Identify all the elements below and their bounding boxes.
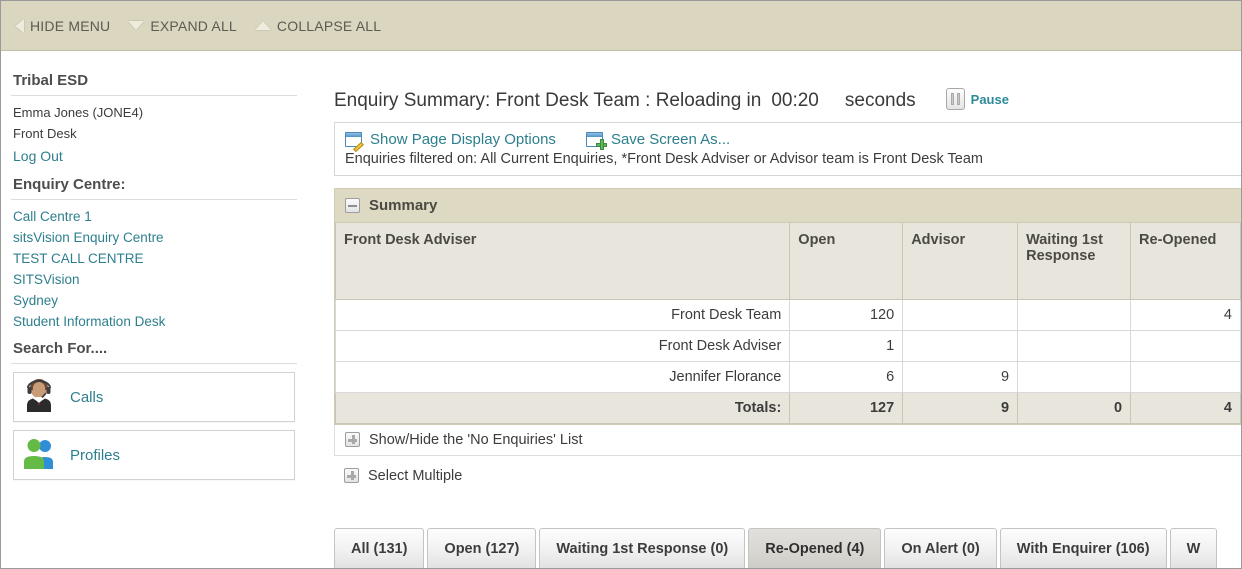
- summary-panel: Summary Front Desk Adviser Open Advisor …: [334, 188, 1241, 425]
- minus-box-icon[interactable]: [345, 198, 360, 213]
- app-title: Tribal ESD: [13, 72, 89, 89]
- window-plus-icon: [585, 132, 607, 150]
- tab-waiting-1st-response[interactable]: Waiting 1st Response (0): [539, 528, 746, 568]
- table-row[interactable]: Front Desk Team 120 4: [334, 298, 1241, 331]
- column-header-re-opened[interactable]: Re-Opened: [1130, 223, 1241, 300]
- tab-truncated[interactable]: W: [1169, 528, 1218, 568]
- collapse-all-label: COLLAPSE ALL: [276, 17, 382, 34]
- cell-open[interactable]: 1: [789, 329, 904, 362]
- triangle-left-icon: [15, 18, 24, 33]
- row-label[interactable]: Jennifer Florance: [334, 360, 791, 393]
- select-multiple-row[interactable]: Select Multiple: [334, 463, 1241, 489]
- main-content: Enquiry Summary: Front Desk Team : Reloa…: [312, 52, 1241, 568]
- sidebar-item-student-information-desk[interactable]: Student Information Desk: [11, 311, 297, 332]
- cell-re-opened[interactable]: 4: [1130, 298, 1241, 331]
- sidebar-item-sydney[interactable]: Sydney: [11, 290, 297, 311]
- pause-button[interactable]: Pause: [945, 88, 1009, 110]
- summary-table: Front Desk Adviser Open Advisor Waiting …: [334, 223, 1241, 424]
- page-title-text: Enquiry Summary: Front Desk Team : Reloa…: [334, 90, 762, 111]
- seconds-label: seconds: [844, 90, 916, 111]
- window-pencil-icon: [345, 132, 364, 153]
- page-title: Enquiry Summary: Front Desk Team : Reloa…: [312, 52, 1241, 122]
- tab-on-alert[interactable]: On Alert (0): [884, 528, 997, 568]
- search-for-heading: Search For....: [13, 340, 108, 357]
- row-label[interactable]: Front Desk Adviser: [334, 329, 791, 362]
- search-calls-button[interactable]: Calls: [13, 372, 295, 422]
- tab-open[interactable]: Open (127): [427, 528, 537, 568]
- reload-countdown: 00:20: [771, 90, 819, 111]
- column-header-front-desk-adviser[interactable]: Front Desk Adviser: [334, 223, 791, 300]
- hide-menu-button[interactable]: HIDE MENU: [15, 18, 110, 34]
- cell-waiting[interactable]: [1017, 298, 1132, 331]
- table-header-row: Front Desk Adviser Open Advisor Waiting …: [334, 223, 1241, 300]
- tab-with-enquirer[interactable]: With Enquirer (106): [999, 528, 1167, 568]
- totals-label: Totals:: [334, 391, 791, 424]
- search-profiles-label: Profiles: [70, 446, 121, 464]
- people-group-icon: [22, 436, 56, 475]
- cell-waiting[interactable]: [1017, 329, 1132, 362]
- column-header-advisor[interactable]: Advisor: [902, 223, 1019, 300]
- enquiry-status-tabs: All (131) Open (127) Waiting 1st Respons…: [334, 528, 1241, 568]
- divider: [11, 363, 297, 364]
- application-window: HIDE MENU EXPAND ALL COLLAPSE ALL Tribal…: [0, 0, 1242, 569]
- pause-icon: [945, 88, 965, 110]
- collapse-all-button[interactable]: COLLAPSE ALL: [254, 17, 382, 34]
- pause-label: Pause: [970, 91, 1009, 107]
- cell-open[interactable]: 6: [789, 360, 904, 393]
- expand-box-icon[interactable]: [344, 468, 359, 483]
- totals-advisor: 9: [902, 391, 1019, 424]
- cell-advisor[interactable]: [902, 298, 1019, 331]
- column-header-waiting-1st-response[interactable]: Waiting 1st Response: [1017, 223, 1132, 300]
- sidebar: Tribal ESD Emma Jones (JONE4) Front Desk…: [1, 52, 311, 568]
- show-hide-no-enquiries-row[interactable]: Show/Hide the 'No Enquiries' List: [334, 424, 1241, 456]
- show-hide-no-enquiries-label[interactable]: Show/Hide the 'No Enquiries' List: [369, 432, 582, 448]
- cell-advisor[interactable]: 9: [902, 360, 1019, 393]
- save-screen-as-link[interactable]: Save Screen As...: [611, 131, 730, 148]
- table-row[interactable]: Jennifer Florance 6 9: [334, 360, 1241, 393]
- cell-waiting[interactable]: [1017, 360, 1132, 393]
- logout-link[interactable]: Log Out: [11, 144, 297, 168]
- show-page-display-options-link[interactable]: Show Page Display Options: [370, 131, 556, 148]
- top-menu-bar: HIDE MENU EXPAND ALL COLLAPSE ALL: [1, 1, 1241, 51]
- enquiry-centre-heading: Enquiry Centre:: [13, 176, 126, 193]
- divider: [11, 199, 297, 200]
- search-calls-label: Calls: [70, 388, 104, 406]
- expand-all-button[interactable]: EXPAND ALL: [128, 18, 237, 34]
- tab-all[interactable]: All (131): [334, 528, 425, 568]
- totals-re-opened: 4: [1130, 391, 1241, 424]
- sidebar-item-sitsvision[interactable]: SITSVision: [11, 269, 297, 290]
- cell-re-opened[interactable]: [1130, 360, 1241, 393]
- triangle-up-icon: [254, 21, 271, 30]
- hide-menu-label: HIDE MENU: [30, 17, 111, 34]
- cell-open[interactable]: 120: [789, 298, 904, 331]
- expand-all-label: EXPAND ALL: [150, 17, 237, 34]
- tab-re-opened[interactable]: Re-Opened (4): [748, 528, 882, 568]
- filter-toolbar: Show Page Display Options Save Screen As…: [334, 122, 1241, 176]
- summary-panel-header[interactable]: Summary: [335, 189, 1241, 223]
- sidebar-item-test-call-centre[interactable]: TEST CALL CENTRE: [11, 248, 297, 269]
- table-totals-row: Totals: 127 9 0 4: [334, 391, 1241, 424]
- cell-advisor[interactable]: [902, 329, 1019, 362]
- headset-agent-icon: [22, 377, 56, 418]
- row-label[interactable]: Front Desk Team: [334, 298, 791, 331]
- sidebar-item-call-centre-1[interactable]: Call Centre 1: [11, 206, 297, 227]
- search-profiles-button[interactable]: Profiles: [13, 430, 295, 480]
- cell-re-opened[interactable]: [1130, 329, 1241, 362]
- triangle-down-icon: [128, 21, 145, 30]
- select-multiple-label[interactable]: Select Multiple: [368, 468, 462, 484]
- table-row[interactable]: Front Desk Adviser 1: [334, 329, 1241, 362]
- column-header-open[interactable]: Open: [789, 223, 904, 300]
- totals-open: 127: [789, 391, 904, 424]
- filter-description: Enquiries filtered on: All Current Enqui…: [345, 151, 983, 167]
- divider: [11, 95, 297, 96]
- user-team: Front Desk: [13, 126, 77, 141]
- expand-box-icon[interactable]: [345, 432, 360, 447]
- totals-waiting: 0: [1017, 391, 1132, 424]
- sidebar-item-sitsvision-enquiry-centre[interactable]: sitsVision Enquiry Centre: [11, 227, 297, 248]
- user-name: Emma Jones (JONE4): [13, 105, 144, 120]
- summary-panel-title: Summary: [369, 197, 438, 214]
